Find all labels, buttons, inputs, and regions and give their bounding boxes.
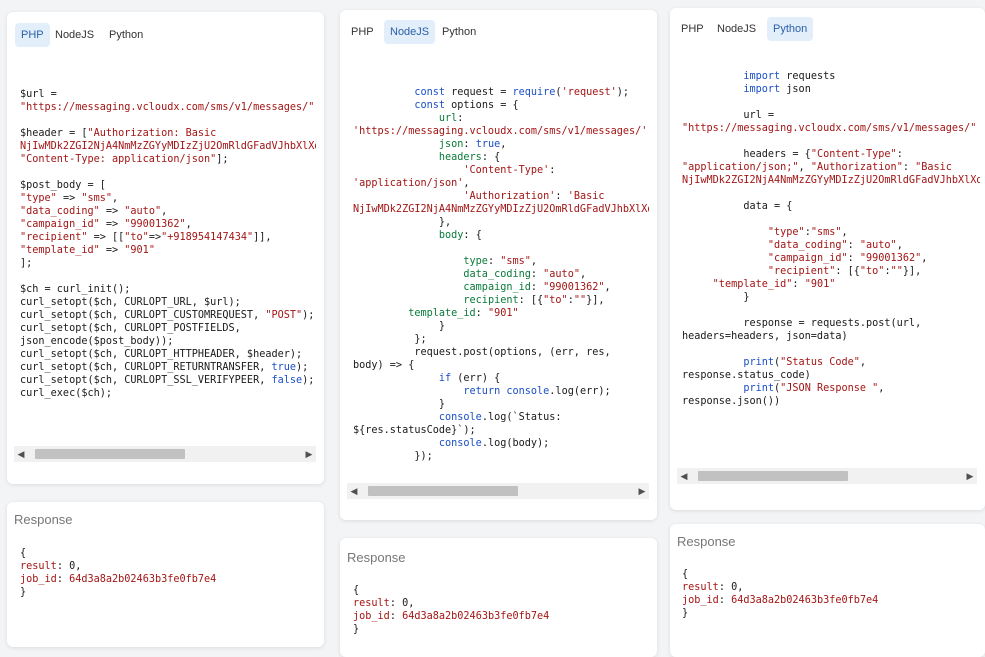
python-response-card: Response { result: 0, job_id: 64d3a8a2b0… (670, 524, 985, 657)
response-title: Response (347, 550, 406, 565)
scrollbar-thumb[interactable] (698, 471, 848, 481)
tab-php[interactable]: PHP (15, 23, 50, 47)
tab-nodejs[interactable]: NodeJS (49, 23, 100, 47)
php-code-block: $url = "https://messaging.vcloudx.com/sm… (20, 89, 316, 399)
scrollbar-thumb[interactable] (35, 449, 185, 459)
nodejs-response-card: Response { result: 0, job_id: 64d3a8a2b0… (340, 538, 657, 657)
python-code-card: PHP NodeJS Python import requests import… (670, 8, 985, 510)
tab-php[interactable]: PHP (675, 17, 710, 41)
response-body: { result: 0, job_id: 64d3a8a2b02463b3fe0… (353, 585, 550, 635)
nodejs-code-block: const request = require('request'); cons… (353, 87, 649, 462)
horizontal-scrollbar[interactable]: ◀ ▶ (14, 446, 316, 462)
horizontal-scrollbar[interactable]: ◀ ▶ (347, 483, 649, 499)
response-title: Response (677, 534, 736, 549)
tab-python[interactable]: Python (767, 17, 814, 41)
arrow-right-icon[interactable]: ▶ (963, 468, 977, 484)
nodejs-code-card: PHP NodeJS Python const request = requir… (340, 10, 657, 520)
tab-php[interactable]: PHP (345, 20, 380, 44)
scrollbar-thumb[interactable] (368, 486, 518, 496)
horizontal-scrollbar[interactable]: ◀ ▶ (677, 468, 977, 484)
arrow-right-icon[interactable]: ▶ (635, 483, 649, 499)
response-body: { result: 0, job_id: 64d3a8a2b02463b3fe0… (682, 569, 879, 619)
arrow-right-icon[interactable]: ▶ (302, 446, 316, 462)
response-body: { result: 0, job_id: 64d3a8a2b02463b3fe0… (20, 548, 217, 598)
php-response-card: Response { result: 0, job_id: 64d3a8a2b0… (7, 502, 324, 647)
tab-nodejs[interactable]: NodeJS (384, 20, 436, 44)
tab-python[interactable]: Python (436, 20, 482, 44)
arrow-left-icon[interactable]: ◀ (347, 483, 361, 499)
arrow-left-icon[interactable]: ◀ (677, 468, 691, 484)
tab-nodejs[interactable]: NodeJS (711, 17, 762, 41)
response-title: Response (14, 512, 73, 527)
php-code-card: PHP NodeJS Python $url = "https://messag… (7, 12, 324, 484)
tab-python[interactable]: Python (103, 23, 149, 47)
arrow-left-icon[interactable]: ◀ (14, 446, 28, 462)
python-code-block: import requests import json url = "https… (682, 71, 980, 407)
